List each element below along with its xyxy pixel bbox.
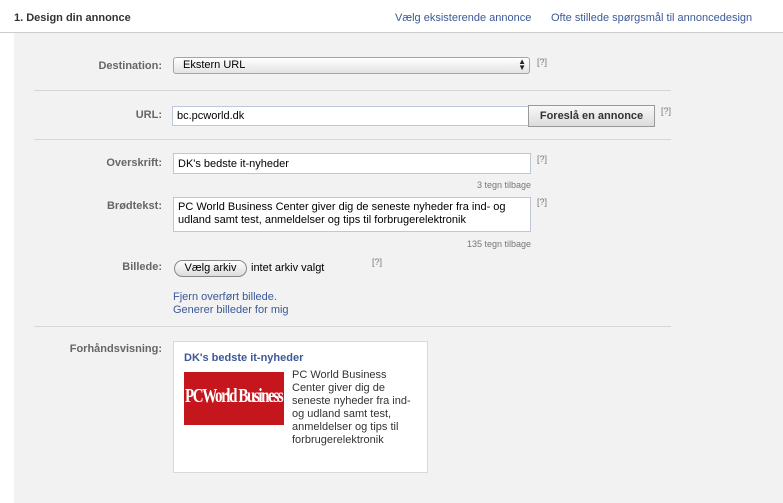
url-input[interactable]	[172, 106, 529, 126]
url-help-link[interactable]: [?]	[661, 106, 671, 116]
pcworld-logo: PCWorld Business Center	[185, 386, 284, 408]
section-title: 1. Design din annonce	[14, 12, 131, 24]
headline-char-counter: 3 tegn tilbage	[476, 180, 531, 190]
select-arrows-icon: ▲ ▼	[518, 57, 526, 72]
ad-preview: DK's bedste it-nyheder PCWorld Business …	[173, 341, 428, 473]
divider	[34, 326, 671, 327]
no-file-chosen-text: intet arkiv valgt	[251, 262, 325, 274]
image-label: Billede:	[122, 261, 162, 273]
divider	[34, 139, 671, 140]
ad-design-faq-link[interactable]: Ofte stillede spørgsmål til annoncedesig…	[551, 12, 752, 24]
body-char-counter: 135 tegn tilbage	[466, 239, 531, 249]
choose-file-button[interactable]: Vælg arkiv	[174, 260, 247, 277]
destination-value: Ekstern URL	[183, 59, 246, 71]
headline-label: Overskrift:	[106, 157, 162, 169]
destination-select[interactable]: Ekstern URL ▲ ▼	[173, 57, 530, 74]
remove-uploaded-image-link[interactable]: Fjern overført billede.	[173, 291, 277, 303]
destination-label: Destination:	[98, 60, 162, 72]
suggest-ad-button[interactable]: Foreslå en annonce	[528, 105, 655, 127]
generate-images-link[interactable]: Generer billeder for mig	[173, 304, 289, 316]
ad-preview-image: PCWorld Business Center	[184, 372, 284, 425]
headline-input[interactable]	[173, 153, 531, 174]
destination-help-link[interactable]: [?]	[537, 57, 547, 67]
headline-help-link[interactable]: [?]	[537, 154, 547, 164]
divider	[34, 90, 671, 91]
ad-preview-body: PC World Business Center giver dig de se…	[292, 369, 411, 446]
image-help-link[interactable]: [?]	[372, 257, 382, 267]
preview-label: Forhåndsvisning:	[69, 343, 162, 355]
url-label: URL:	[135, 109, 162, 121]
choose-existing-ad-link[interactable]: Vælg eksisterende annonce	[395, 12, 531, 24]
section-header: 1. Design din annonce Vælg eksisterende …	[0, 0, 783, 33]
body-textarea[interactable]: PC World Business Center giver dig de se…	[173, 197, 531, 232]
body-label: Brødtekst:	[106, 200, 162, 212]
ad-preview-title[interactable]: DK's bedste it-nyheder	[184, 352, 303, 364]
body-help-link[interactable]: [?]	[537, 197, 547, 207]
